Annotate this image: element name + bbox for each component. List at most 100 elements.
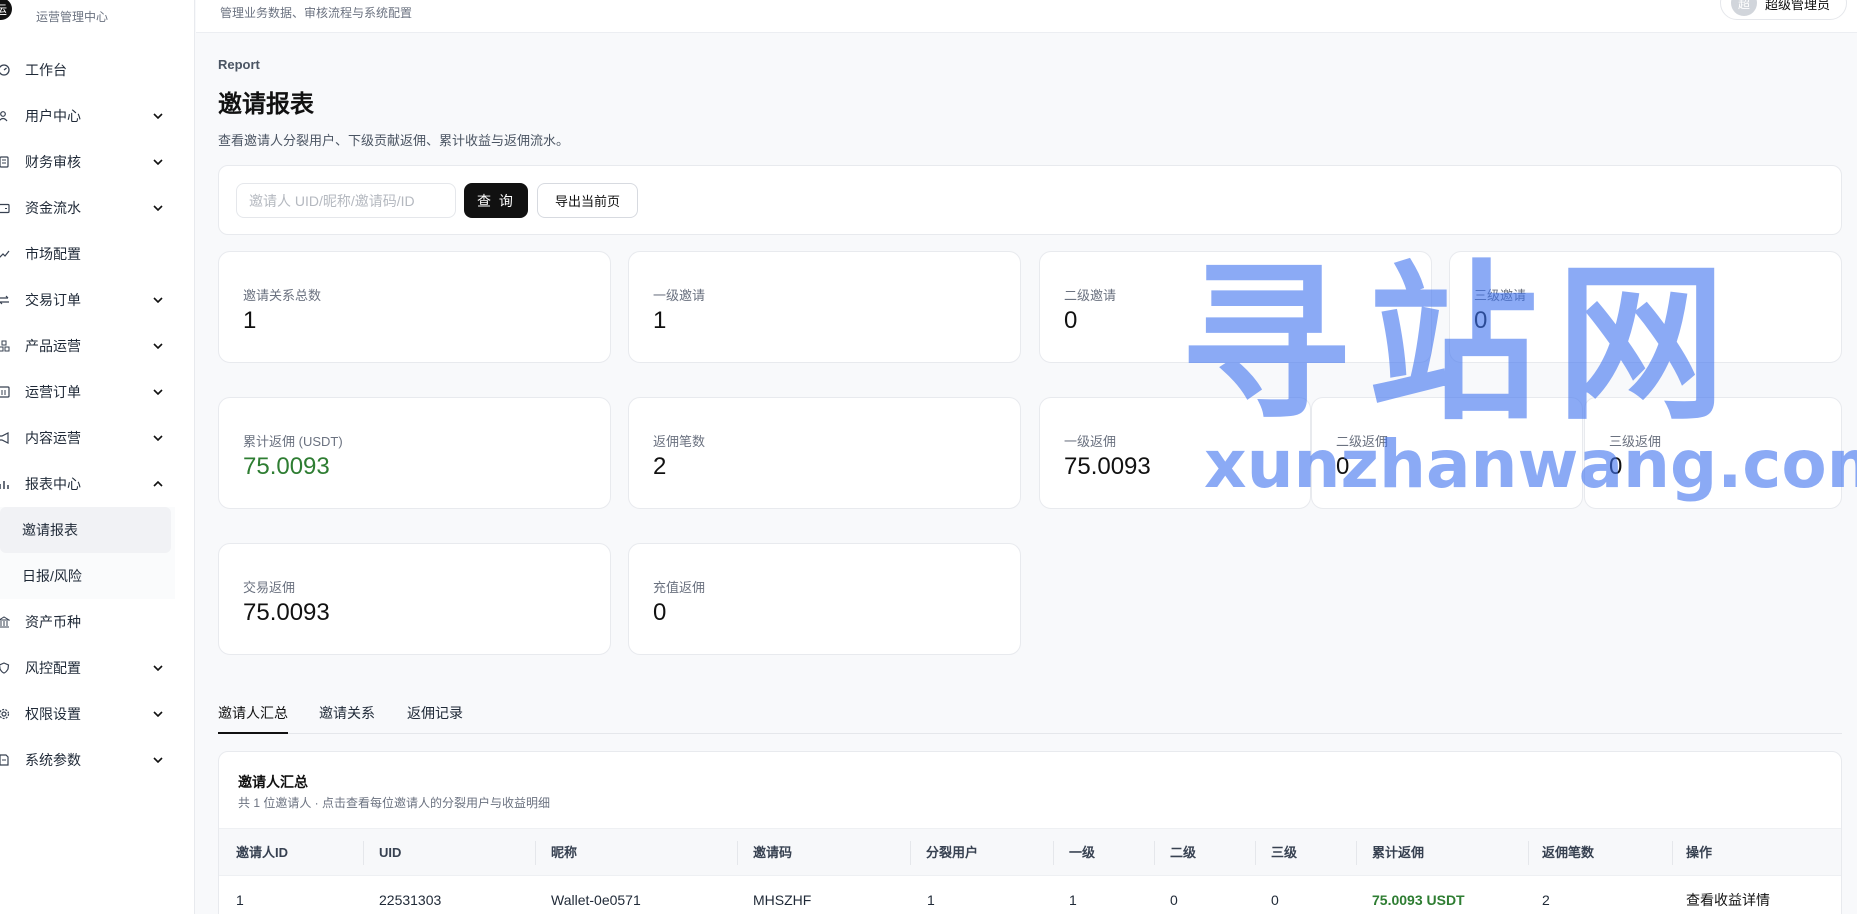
chevron-down-icon xyxy=(151,293,165,307)
stat-label: 交易返佣 xyxy=(243,580,296,595)
stat-card: 一级返佣 75.0093 xyxy=(1039,397,1311,509)
stat-value: 75.0093 xyxy=(1064,453,1151,480)
table-cell: 2 xyxy=(1542,892,1550,908)
top-header: 管理业务数据、审核流程与系统配置 超 超级管理员 xyxy=(196,0,1857,33)
table-cell: Wallet-0e0571 xyxy=(551,892,641,908)
column-divider xyxy=(363,841,364,865)
query-button[interactable]: 查 询 xyxy=(464,183,528,218)
sidebar-item-users[interactable]: 用户中心 xyxy=(0,93,185,139)
table-cell: 0 xyxy=(1170,892,1178,908)
sidebar-item-label: 风控配置 xyxy=(25,660,81,676)
stat-card: 二级邀请 0 xyxy=(1039,251,1432,363)
chevron-down-icon xyxy=(151,707,165,721)
chart-line-icon xyxy=(0,247,11,261)
column-header: 一级 xyxy=(1069,845,1096,860)
sidebar-item-workbench[interactable]: 工作台 xyxy=(0,47,185,93)
audit-icon xyxy=(0,155,11,169)
chevron-down-icon xyxy=(151,661,165,675)
table-cell: 75.0093 USDT xyxy=(1372,892,1465,908)
sidebar-item-product-ops[interactable]: 产品运营 xyxy=(0,323,185,369)
sidebar-item-risk-config[interactable]: 风控配置 xyxy=(0,645,185,691)
view-earnings-link[interactable]: 查看收益详情 xyxy=(1686,876,1770,914)
stat-value: 75.0093 xyxy=(243,453,330,480)
sidebar-item-label: 运营订单 xyxy=(25,384,81,400)
table-title: 邀请人汇总 xyxy=(238,774,308,790)
stat-card: 返佣笔数 2 xyxy=(628,397,1021,509)
page-title: 邀请报表 xyxy=(218,91,314,118)
app-root: 运 运营管理中心 工作台 用户中心 财务审核 资金流水 市场配置 交易订单 产品… xyxy=(0,0,1857,914)
brand-subtitle: 运营管理中心 xyxy=(36,10,109,24)
tab-inviter-summary[interactable]: 邀请人汇总 xyxy=(218,703,288,734)
sidebar-item-finance-audit[interactable]: 财务审核 xyxy=(0,139,185,185)
chevron-down-icon xyxy=(151,339,165,353)
column-divider xyxy=(1255,841,1256,865)
tab-invite-relations[interactable]: 邀请关系 xyxy=(319,703,375,734)
sidebar-subitem-daily-risk[interactable]: 日报/风险 xyxy=(0,553,175,599)
column-divider xyxy=(1672,841,1673,865)
stat-label: 一级邀请 xyxy=(653,288,706,303)
export-button[interactable]: 导出当前页 xyxy=(537,183,638,218)
chevron-down-icon xyxy=(151,155,165,169)
stat-value: 2 xyxy=(653,453,667,480)
sidebar-item-ops-orders[interactable]: 运营订单 xyxy=(0,369,185,415)
gear-icon xyxy=(0,707,11,721)
table-cell: 1 xyxy=(1069,892,1077,908)
sidebar-item-market-config[interactable]: 市场配置 xyxy=(0,231,185,277)
stat-value: 0 xyxy=(1336,453,1350,480)
filter-bar: 查 询 导出当前页 xyxy=(218,165,1842,235)
stat-value: 0 xyxy=(653,599,667,626)
column-header: 分裂用户 xyxy=(926,845,979,860)
stat-value: 75.0093 xyxy=(243,599,330,626)
stat-card: 三级邀请 0 xyxy=(1449,251,1842,363)
tab-rebate-records[interactable]: 返佣记录 xyxy=(407,703,463,734)
column-header: 操作 xyxy=(1686,845,1713,860)
stat-value: 0 xyxy=(1474,307,1488,334)
dashboard-icon xyxy=(0,63,11,77)
sidebar-item-label: 内容运营 xyxy=(25,430,81,446)
sidebar-item-label: 资金流水 xyxy=(25,200,81,216)
stat-label: 三级返佣 xyxy=(1609,434,1662,449)
table-subtitle: 共 1 位邀请人 · 点击查看每位邀请人的分裂用户与收益明细 xyxy=(238,796,551,810)
document-icon xyxy=(0,753,11,767)
stat-label: 三级邀请 xyxy=(1474,288,1527,303)
sidebar-item-label: 财务审核 xyxy=(25,154,81,170)
users-icon xyxy=(0,109,11,123)
stat-card: 三级返佣 0 xyxy=(1584,397,1842,509)
stat-label: 邀请关系总数 xyxy=(243,288,322,303)
table-cell: 1 xyxy=(927,892,935,908)
stat-card: 充值返佣 0 xyxy=(628,543,1021,655)
stat-label: 二级邀请 xyxy=(1064,288,1117,303)
sidebar: 运 运营管理中心 工作台 用户中心 财务审核 资金流水 市场配置 交易订单 产品… xyxy=(0,0,195,914)
sidebar-subitem-invite-report[interactable]: 邀请报表 xyxy=(0,507,171,553)
sidebar-item-label: 工作台 xyxy=(25,62,67,78)
sidebar-item-system-params[interactable]: 系统参数 xyxy=(0,737,185,783)
page-description: 查看邀请人分裂用户、下级贡献返佣、累计收益与返佣流水。 xyxy=(218,133,570,148)
search-input[interactable] xyxy=(236,183,456,218)
cubes-icon xyxy=(0,339,11,353)
column-header: 邀请人ID xyxy=(236,845,289,860)
sidebar-item-content-ops[interactable]: 内容运营 xyxy=(0,415,185,461)
sidebar-item-fund-flow[interactable]: 资金流水 xyxy=(0,185,185,231)
column-header: 昵称 xyxy=(551,845,578,860)
sidebar-item-trade-orders[interactable]: 交易订单 xyxy=(0,277,185,323)
column-header: 二级 xyxy=(1170,845,1197,860)
chevron-down-icon xyxy=(151,753,165,767)
column-divider xyxy=(737,841,738,865)
sidebar-item-report-center[interactable]: 报表中心 xyxy=(0,461,185,507)
table-cell: 1 xyxy=(236,892,244,908)
bar-chart-icon xyxy=(0,477,11,491)
exchange-icon xyxy=(0,293,11,307)
brand-logo: 运 xyxy=(0,0,12,20)
user-menu[interactable]: 超 超级管理员 xyxy=(1719,0,1847,20)
stat-card: 累计返佣 (USDT) 75.0093 xyxy=(218,397,611,509)
column-divider xyxy=(1528,841,1529,865)
column-divider xyxy=(1154,841,1155,865)
stat-label: 累计返佣 (USDT) xyxy=(243,434,343,449)
sidebar-item-label: 产品运营 xyxy=(25,338,81,354)
chevron-down-icon xyxy=(151,201,165,215)
column-header: 邀请码 xyxy=(753,845,793,860)
stat-card: 交易返佣 75.0093 xyxy=(218,543,611,655)
sidebar-item-assets[interactable]: 资产币种 xyxy=(0,599,185,645)
stat-label: 一级返佣 xyxy=(1064,434,1117,449)
sidebar-item-permissions[interactable]: 权限设置 xyxy=(0,691,185,737)
